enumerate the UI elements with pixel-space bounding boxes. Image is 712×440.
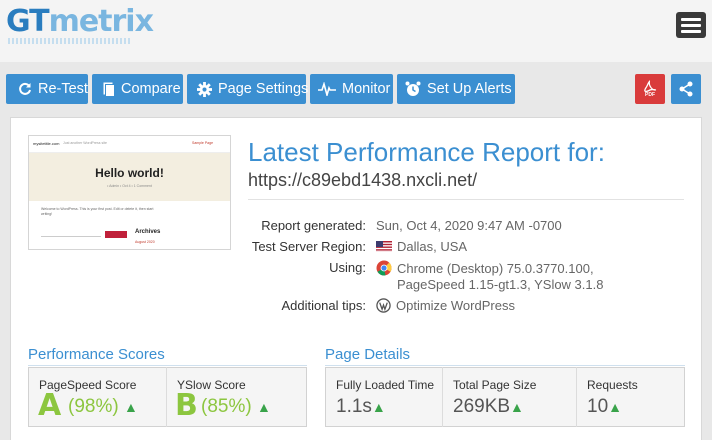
- top-header: GTmetrix: [0, 0, 712, 62]
- total-page-size-label: Total Page Size: [453, 378, 537, 392]
- pdf-text: PDF: [645, 92, 655, 98]
- wordpress-icon: [376, 298, 391, 313]
- logo-gt: GT: [6, 4, 50, 39]
- compare-label: Compare: [121, 81, 181, 97]
- compare-button[interactable]: Compare: [92, 74, 183, 104]
- scores-title-underline: [28, 365, 307, 366]
- alerts-label: Set Up Alerts: [427, 81, 512, 97]
- monitor-label: Monitor: [342, 81, 391, 97]
- requests-text: 10: [587, 396, 609, 417]
- thumbnail-site-name: mysitetitle.com: [33, 141, 60, 146]
- report-generated-label: Report generated:: [261, 218, 366, 233]
- trend-up-icon: ▲: [510, 399, 524, 415]
- trend-up-icon: ▲: [371, 399, 386, 415]
- details-cell-divider: [576, 367, 577, 427]
- thumbnail-hero-meta: • Admin • Oct 4 • 1 Comment: [107, 184, 152, 188]
- thumbnail-search-button: [105, 231, 127, 238]
- fully-loaded-label: Fully Loaded Time: [336, 378, 435, 392]
- thumbnail-tagline: Just another WordPress site: [63, 141, 107, 145]
- details-cell-divider: [442, 367, 443, 427]
- test-region-label: Test Server Region:: [251, 239, 366, 254]
- using-value: Chrome (Desktop) 75.0.3770.100,: [376, 260, 594, 276]
- test-region-value: Dallas, USA: [376, 239, 467, 254]
- page-size-text: 269KB: [453, 396, 511, 417]
- refresh-icon: [18, 82, 32, 96]
- pulse-icon: [318, 82, 336, 96]
- page-screenshot-thumbnail[interactable]: mysitetitle.com Just another WordPress s…: [28, 135, 231, 250]
- pagespeed-grade: A: [38, 388, 62, 423]
- using-label: Using:: [329, 260, 366, 275]
- report-title: Latest Performance Report for:: [248, 137, 605, 167]
- pdf-icon: PDF: [643, 80, 657, 98]
- scores-cell-divider: [166, 367, 167, 427]
- fully-loaded-value: 1.1s▲: [336, 396, 386, 418]
- gear-icon: [197, 81, 212, 97]
- report-divider: [248, 199, 684, 200]
- chrome-icon: [376, 260, 392, 276]
- page-settings-label: Page Settings: [218, 81, 309, 97]
- additional-tips-label: Additional tips:: [281, 298, 366, 313]
- thumbnail-archive-month: August 2020: [135, 240, 155, 244]
- us-flag-icon: [376, 241, 392, 252]
- tips-link-text: Optimize WordPress: [396, 298, 515, 313]
- total-page-size-value: 269KB▲: [453, 396, 524, 418]
- report-generated-value: Sun, Oct 4, 2020 9:47 AM -0700: [376, 218, 562, 233]
- thumbnail-archives: Archives: [135, 229, 161, 235]
- monitor-button[interactable]: Monitor: [310, 74, 393, 104]
- pdf-download-button[interactable]: PDF: [635, 74, 665, 104]
- using-line1: Chrome (Desktop) 75.0.3770.100,: [397, 260, 594, 276]
- requests-value: 10▲: [587, 396, 622, 418]
- document-icon: [103, 82, 115, 97]
- trend-up-icon: ▲: [123, 399, 138, 415]
- thumbnail-search-field: [41, 231, 101, 237]
- gtmetrix-logo[interactable]: GTmetrix: [6, 4, 154, 40]
- additional-tips-value[interactable]: Optimize WordPress: [376, 298, 515, 313]
- trend-up-icon: ▲: [256, 399, 271, 415]
- performance-scores-title: Performance Scores: [28, 346, 165, 363]
- using-line2: PageSpeed 1.15-gt1.3, YSlow 3.1.8: [397, 277, 604, 292]
- set-up-alerts-button[interactable]: Set Up Alerts: [397, 74, 515, 104]
- menu-icon[interactable]: [676, 12, 706, 38]
- alarm-clock-icon: [405, 81, 421, 97]
- thumbnail-nav: Sample Page: [192, 141, 214, 145]
- logo-decoration: [8, 38, 132, 44]
- page-settings-button[interactable]: Page Settings: [187, 74, 309, 104]
- share-icon: [678, 81, 694, 97]
- pagespeed-percent-text: (98%): [68, 396, 119, 417]
- yslow-percent-text: (85%): [201, 396, 252, 417]
- details-title-underline: [325, 365, 685, 366]
- thumbnail-hero-title: Hello world!: [95, 166, 164, 180]
- share-button[interactable]: [671, 74, 701, 104]
- yslow-percent: (85%) ▲: [201, 396, 271, 418]
- report-url[interactable]: https://c89ebd1438.nxcli.net/: [248, 170, 477, 191]
- region-text: Dallas, USA: [397, 239, 468, 254]
- trend-up-icon: ▲: [608, 399, 622, 415]
- retest-label: Re-Test: [38, 81, 88, 97]
- retest-button[interactable]: Re-Test: [6, 74, 88, 104]
- thumbnail-body-text: Welcome to WordPress. This is your first…: [41, 207, 154, 216]
- requests-label: Requests: [587, 378, 638, 392]
- pagespeed-percent: (98%) ▲: [68, 396, 138, 418]
- logo-metrix: metrix: [48, 4, 154, 39]
- yslow-grade: B: [175, 388, 198, 423]
- page-details-title: Page Details: [325, 346, 411, 363]
- fully-loaded-text: 1.1s: [336, 396, 372, 417]
